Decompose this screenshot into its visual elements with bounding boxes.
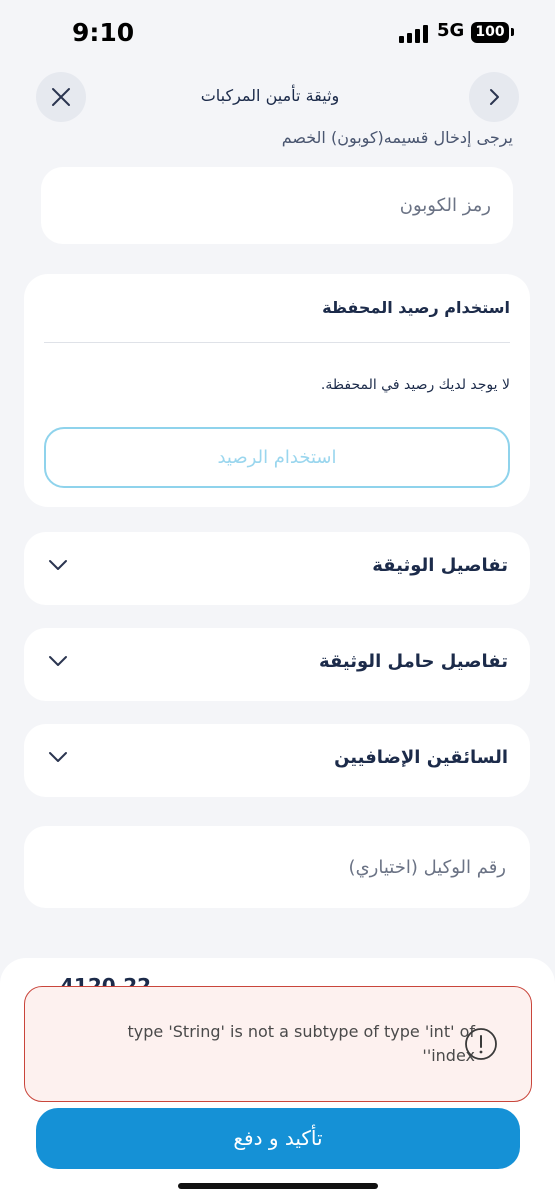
chevron-down-icon — [49, 560, 67, 570]
accordion-additional-drivers[interactable]: السائقين الإضافيين — [24, 724, 530, 797]
accordion-label: تفاصيل الوثيقة — [372, 555, 508, 576]
wallet-card: استخدام رصيد المحفظة لا يوجد لديك رصيد ف… — [24, 274, 530, 507]
forward-button[interactable] — [469, 72, 519, 122]
alert-circle-icon — [465, 1028, 497, 1060]
total-amount: 4120.22 — [60, 974, 152, 986]
chevron-down-icon — [49, 752, 67, 762]
error-message: type 'String' is not a subtype of type '… — [127, 1022, 475, 1065]
close-icon — [52, 88, 70, 106]
coupon-hint: يرجى إدخال قسيمه(كوبون) الخصم — [281, 128, 513, 147]
network-label: 5G — [437, 20, 465, 41]
coupon-card — [41, 167, 513, 244]
accordion-policyholder-details[interactable]: تفاصيل حامل الوثيقة — [24, 628, 530, 701]
battery-icon: 100 — [471, 22, 509, 43]
home-indicator — [178, 1183, 378, 1189]
chevron-right-icon — [490, 89, 499, 105]
agent-number-input[interactable] — [44, 826, 506, 908]
coupon-input[interactable] — [61, 167, 491, 244]
accordion-label: تفاصيل حامل الوثيقة — [319, 651, 508, 672]
chevron-down-icon — [49, 656, 67, 666]
confirm-pay-button[interactable]: تأكيد و دفع — [36, 1108, 520, 1169]
wallet-divider — [44, 342, 510, 343]
close-button[interactable] — [36, 72, 86, 122]
wallet-title: استخدام رصيد المحفظة — [322, 298, 510, 317]
accordion-label: السائقين الإضافيين — [334, 747, 508, 768]
page-title: وثيقة تأمين المركبات — [200, 86, 340, 105]
status-bar: 9:10 5G 100 — [0, 0, 555, 64]
accordion-policy-details[interactable]: تفاصيل الوثيقة — [24, 532, 530, 605]
wallet-message: لا يوجد لديك رصيد في المحفظة. — [320, 377, 510, 393]
battery-tip — [511, 28, 514, 36]
use-balance-button[interactable]: استخدام الرصيد — [44, 427, 510, 488]
signal-icon — [399, 25, 429, 43]
error-toast: type 'String' is not a subtype of type '… — [24, 986, 532, 1102]
status-time: 9:10 — [72, 18, 135, 47]
agent-card — [24, 826, 530, 908]
